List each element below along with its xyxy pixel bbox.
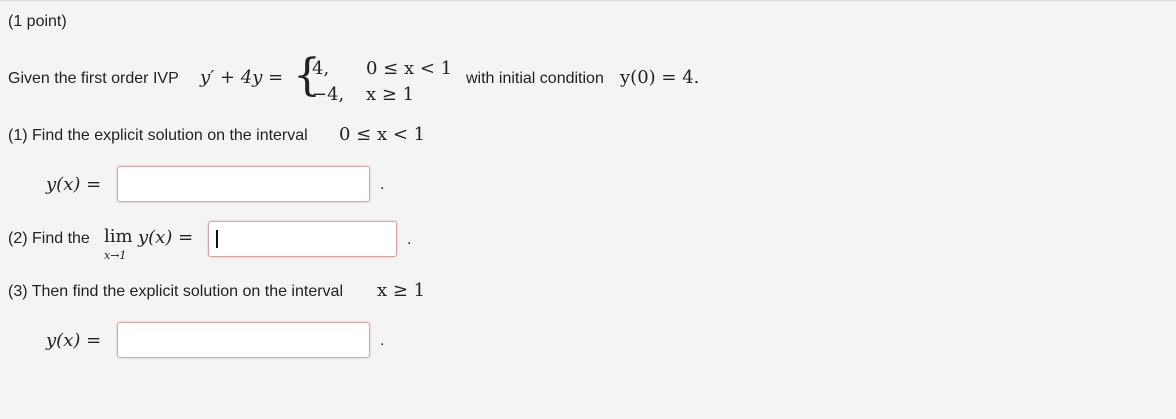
part1-prompt: (1) Find the explicit solution on the in… — [8, 127, 308, 144]
part1-answer-label: y(x) = — [46, 174, 102, 195]
ode-lhs: y′ + 4y = — [200, 67, 284, 88]
part1-period: . — [380, 176, 385, 193]
limit-subscript: x→1 — [104, 249, 127, 262]
points-label: (1 point) — [8, 13, 67, 30]
piecewise-row2-condition: x ≥ 1 — [366, 84, 415, 105]
part2-prompt: (2) Find the — [8, 230, 90, 247]
limit-operator: lim — [104, 226, 133, 247]
initial-condition-math: y(0) = 4. — [620, 67, 700, 88]
piecewise-row2-value: −4, — [312, 84, 345, 105]
piecewise-row1-condition: 0 ≤ x < 1 — [366, 58, 453, 79]
top-divider — [0, 0, 1176, 1]
part1-interval: 0 ≤ x < 1 — [339, 124, 426, 145]
part3-prompt: (3) Then find the explicit solution on t… — [8, 283, 344, 300]
problem-intro: Given the first order IVP — [8, 70, 179, 87]
part3-interval: x ≥ 1 — [377, 280, 426, 301]
piecewise-row1-value: 4, — [312, 58, 330, 79]
part2-period: . — [407, 231, 412, 248]
part2-expression: y(x) = — [138, 227, 194, 248]
initial-condition-text: with initial condition — [466, 70, 604, 87]
part3-answer-input[interactable] — [117, 322, 370, 358]
part3-period: . — [380, 332, 385, 349]
part2-answer-input[interactable] — [208, 221, 397, 257]
part1-answer-input[interactable] — [117, 166, 370, 202]
part3-answer-label: y(x) = — [46, 330, 102, 351]
text-cursor — [216, 230, 218, 248]
